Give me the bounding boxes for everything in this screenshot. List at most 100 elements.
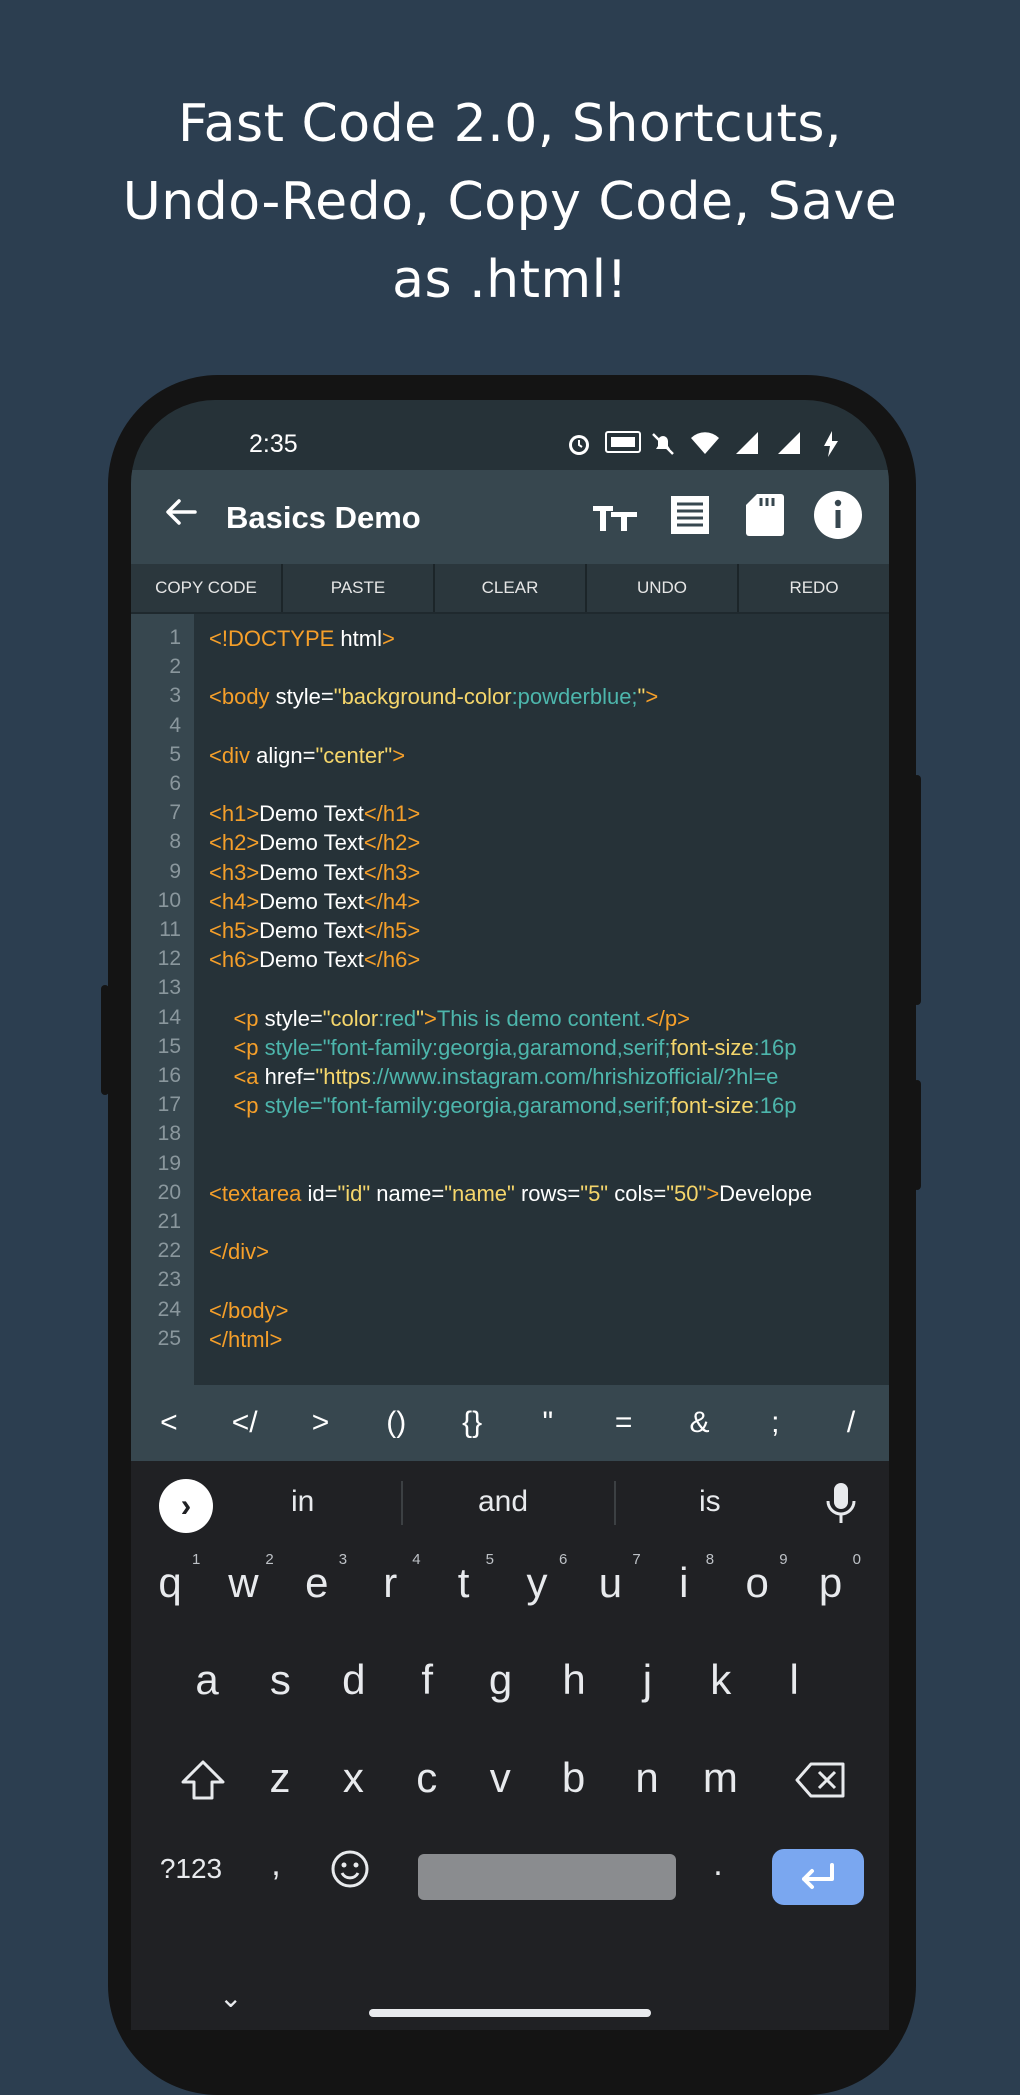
document-icon[interactable]: [663, 488, 717, 542]
shortcut-keys-bar: < </ > () {} " = & ; /: [131, 1385, 889, 1461]
code-token: </h5>: [363, 918, 421, 943]
promo-line-1: Fast Code 2.0, Shortcuts,: [177, 94, 843, 154]
code-token: :red: [378, 1005, 417, 1031]
code-token: :powderblue;: [511, 684, 638, 710]
key-r[interactable]: r: [360, 1559, 420, 1607]
key-t[interactable]: t: [434, 1559, 494, 1607]
signal-x-icon: [773, 430, 805, 458]
code-token: "5": [580, 1180, 609, 1206]
code-token: <h4>: [209, 888, 260, 914]
emoji-icon[interactable]: [320, 1847, 380, 1901]
editor-actions-bar: COPY CODE PASTE CLEAR UNDO REDO: [131, 564, 889, 614]
shortcut-key[interactable]: =: [586, 1385, 662, 1461]
key-hint: 2: [265, 1551, 274, 1568]
key-a[interactable]: a: [177, 1656, 237, 1704]
key-j[interactable]: j: [617, 1656, 677, 1704]
key-m[interactable]: m: [690, 1754, 750, 1802]
paste-button[interactable]: PASTE: [283, 564, 435, 612]
key-q[interactable]: q: [140, 1559, 200, 1607]
period-key[interactable]: .: [688, 1845, 748, 1884]
redo-button[interactable]: REDO: [739, 564, 889, 612]
key-c[interactable]: c: [397, 1754, 457, 1802]
undo-button[interactable]: UNDO: [587, 564, 739, 612]
line-number: 5: [169, 742, 181, 766]
key-hint: 1: [192, 1551, 201, 1568]
shortcut-key[interactable]: ": [510, 1385, 586, 1461]
key-hint: 0: [852, 1551, 861, 1568]
space-bar[interactable]: [418, 1854, 676, 1900]
key-x[interactable]: x: [323, 1754, 383, 1802]
code-editor[interactable]: 1 2 3 4 5 6 7 8 9 10 11 12 13 14 15 16 17 18 19 20 21 22 23 24 2…: [131, 614, 889, 1620]
key-o[interactable]: o: [727, 1559, 787, 1607]
side-button: [101, 985, 109, 1095]
promo-line-3: as .html!: [392, 250, 628, 310]
shortcut-key[interactable]: </: [207, 1385, 283, 1461]
chevron-down-icon[interactable]: ⌄: [219, 1981, 242, 2014]
status-time: 2:35: [249, 430, 298, 458]
shortcut-key[interactable]: /: [813, 1385, 889, 1461]
key-z[interactable]: z: [250, 1754, 310, 1802]
code-token: id=: [307, 1180, 338, 1206]
key-f[interactable]: f: [397, 1656, 457, 1704]
shortcut-key[interactable]: &: [662, 1385, 738, 1461]
wifi-icon: [689, 430, 721, 458]
info-icon[interactable]: [811, 488, 865, 542]
shortcut-key[interactable]: <: [131, 1385, 207, 1461]
key-u[interactable]: u: [580, 1559, 640, 1607]
enter-button[interactable]: [772, 1849, 864, 1905]
shortcut-key[interactable]: {}: [434, 1385, 510, 1461]
code-line: <p style="font-family:georgia,garamond,s…: [209, 1035, 796, 1061]
code-token: <!DOCTYPE: [209, 626, 341, 651]
key-b[interactable]: b: [544, 1754, 604, 1802]
code-line: <h3>Demo Text</h3>: [209, 860, 420, 886]
shift-key-icon[interactable]: [173, 1758, 233, 1812]
key-e[interactable]: e: [287, 1559, 347, 1607]
shortcut-key[interactable]: >: [283, 1385, 359, 1461]
shortcut-key[interactable]: ;: [737, 1385, 813, 1461]
key-g[interactable]: g: [471, 1656, 531, 1704]
key-p[interactable]: p: [801, 1559, 861, 1607]
code-token: </h4>: [363, 888, 421, 914]
comma-key[interactable]: ,: [246, 1845, 306, 1884]
code-token: <p: [233, 1034, 265, 1060]
key-l[interactable]: l: [764, 1656, 824, 1704]
code-line: <h4>Demo Text</h4>: [209, 889, 420, 915]
code-token: "center": [315, 742, 393, 768]
code-line: <textarea id="id" name="name" rows="5" c…: [209, 1181, 812, 1207]
backspace-icon[interactable]: [791, 1758, 851, 1812]
key-h[interactable]: h: [544, 1656, 604, 1704]
sd-card-icon[interactable]: [737, 488, 791, 542]
line-number: 12: [157, 947, 181, 971]
key-w[interactable]: w: [213, 1559, 273, 1607]
code-token: font-size: [670, 1034, 754, 1060]
code-token: </h1>: [363, 801, 421, 827]
back-arrow-icon[interactable]: [161, 492, 205, 536]
suggestion-word[interactable]: is: [699, 1485, 721, 1519]
key-n[interactable]: n: [617, 1754, 677, 1802]
code-line: <h5>Demo Text</h5>: [209, 918, 420, 944]
text-size-icon[interactable]: [589, 488, 643, 542]
key-d[interactable]: d: [324, 1656, 384, 1704]
signal-icon: [731, 430, 763, 458]
key-v[interactable]: v: [470, 1754, 530, 1802]
symbols-key[interactable]: ?123: [151, 1853, 231, 1885]
copy-code-button[interactable]: COPY CODE: [131, 564, 283, 612]
shortcut-key[interactable]: (): [358, 1385, 434, 1461]
microphone-icon[interactable]: [821, 1479, 861, 1529]
key-k[interactable]: k: [691, 1656, 751, 1704]
key-y[interactable]: y: [507, 1559, 567, 1607]
code-token: href=: [264, 1064, 316, 1089]
suggestion-word[interactable]: and: [478, 1485, 528, 1519]
clear-button[interactable]: CLEAR: [435, 564, 587, 612]
code-line: <h2>Demo Text</h2>: [209, 830, 420, 856]
chevron-right-icon[interactable]: ›: [159, 1479, 213, 1533]
code-token: <h5>: [209, 918, 260, 943]
code-token: Demo Text: [259, 947, 364, 973]
key-i[interactable]: i: [654, 1559, 714, 1607]
key-s[interactable]: s: [250, 1656, 310, 1704]
home-indicator[interactable]: [369, 2009, 651, 2017]
suggestion-word[interactable]: in: [291, 1485, 314, 1519]
